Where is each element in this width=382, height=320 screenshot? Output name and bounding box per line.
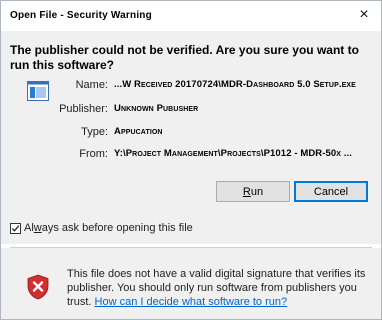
publisher-label: Publisher: [59,103,108,115]
shield-error-icon [27,274,49,300]
checkmark-icon [11,225,20,232]
run-button[interactable]: Run [216,181,290,202]
publisher-row: Publisher: Unknown Pubusher [59,103,371,119]
cancel-label: Cancel [313,185,349,198]
close-icon: × [359,6,369,23]
type-row: Type: Appucation [61,126,371,142]
executable-file-icon [27,81,49,101]
close-button[interactable]: × [351,3,377,27]
always-ask-area: Always ask before opening this file [1,214,381,244]
name-row: Name: ...W Received 20170724\MDR-Dashboa… [61,79,371,95]
name-label: Name: [75,79,108,91]
publisher-value: Unknown Pubusher [114,103,199,114]
type-label: Type: [81,126,108,138]
always-ask-label[interactable]: Always ask before opening this file [24,222,193,234]
content-panel: The publisher could not be verified. Are… [1,31,381,214]
run-accesskey: R [242,185,251,198]
always-ask-checkbox[interactable] [10,223,21,234]
always-ask-accesskey: w [33,222,42,234]
run-label-rest: un [250,185,264,198]
cancel-button[interactable]: Cancel [294,181,368,202]
verification-question: The publisher could not be verified. Are… [10,43,359,72]
signature-warning-text: This file does not have a valid digital … [67,268,366,308]
signature-warning-area: This file does not have a valid digital … [1,248,381,319]
type-value: Appucation [114,126,163,137]
security-warning-dialog: Open File - Security Warning × The publi… [0,0,382,320]
from-label: From: [79,148,108,160]
dialog-title: Open File - Security Warning [10,10,152,21]
title-bar: Open File - Security Warning × [1,1,381,31]
from-value: Y:\Project Management\Projects\P1012 - M… [114,148,353,159]
name-value: ...W Received 20170724\MDR-Dashboard 5.0… [114,79,356,90]
from-row: From: Y:\Project Management\Projects\P10… [61,148,371,164]
decide-software-link[interactable]: How can I decide what software to run? [95,296,288,308]
